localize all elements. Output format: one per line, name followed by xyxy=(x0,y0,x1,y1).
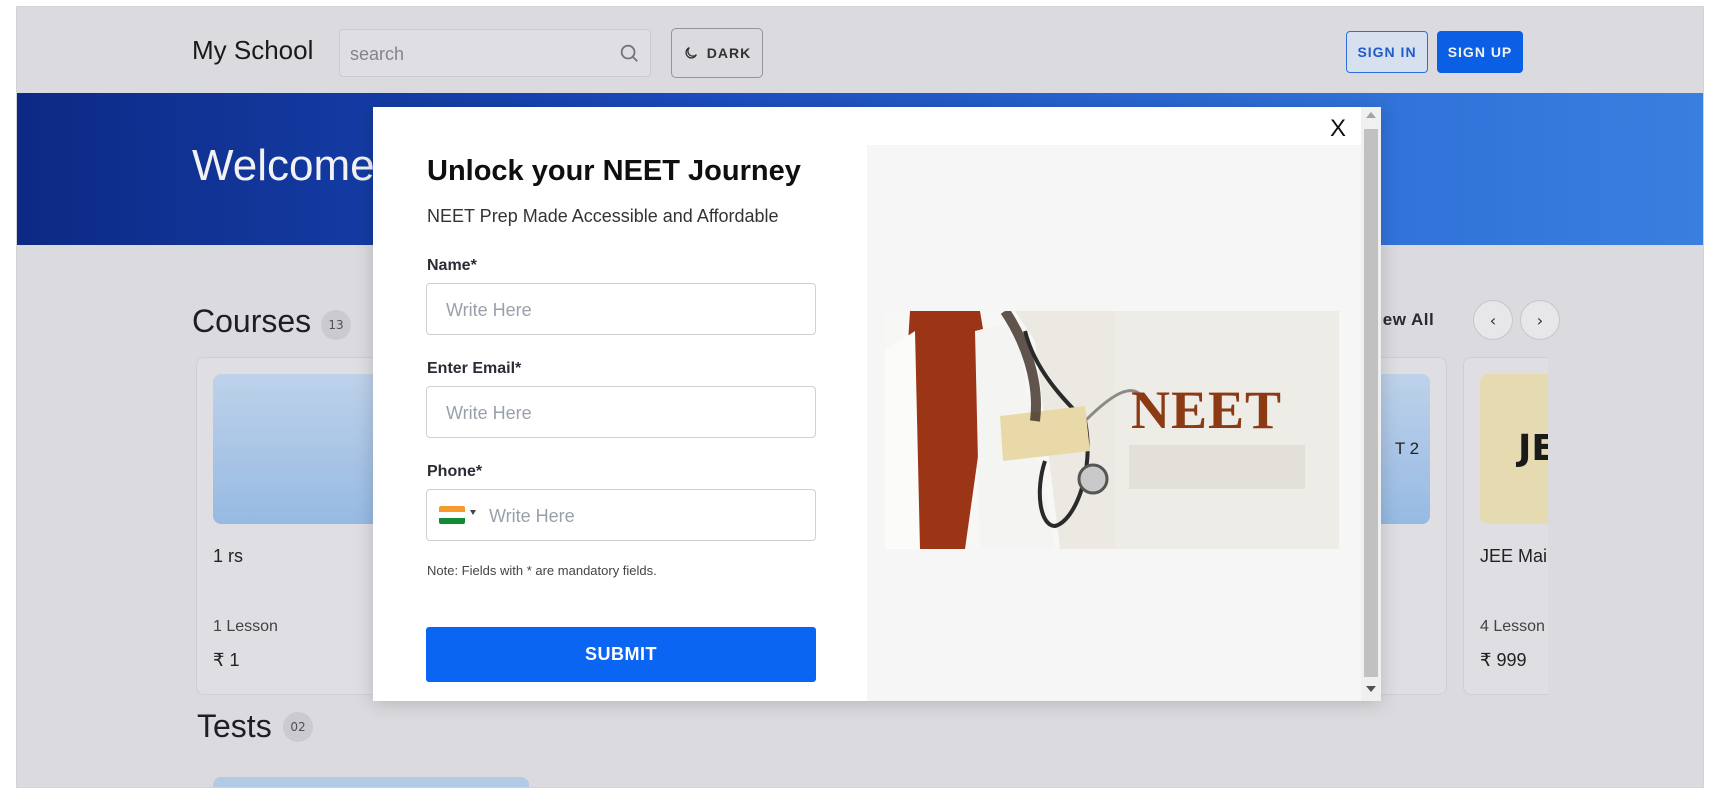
browser-viewport: My School DARK SIGN IN SIGN UP Welcome C… xyxy=(16,6,1704,788)
name-field[interactable] xyxy=(426,283,816,335)
modal-form-panel: Unlock your NEET Journey NEET Prep Made … xyxy=(373,107,867,701)
caret-down-icon[interactable] xyxy=(470,510,476,515)
modal-image-panel: NEET xyxy=(867,145,1361,701)
email-input[interactable] xyxy=(446,400,786,426)
neet-doctor-image: NEET xyxy=(885,311,1339,549)
mandatory-note: Note: Fields with * are mandatory fields… xyxy=(427,563,657,578)
phone-label: Phone* xyxy=(427,463,483,480)
phone-input[interactable] xyxy=(489,503,799,529)
neet-wordmark: NEET xyxy=(1131,380,1283,440)
modal-title: Unlock your NEET Journey xyxy=(427,155,801,187)
close-modal-button[interactable]: X xyxy=(1325,115,1351,143)
modal-scrollbar[interactable] xyxy=(1361,107,1381,701)
name-input[interactable] xyxy=(446,297,786,323)
email-label: Enter Email* xyxy=(427,360,522,377)
india-flag-icon[interactable] xyxy=(439,506,465,524)
name-label: Name* xyxy=(427,257,477,274)
phone-field[interactable] xyxy=(426,489,816,541)
scroll-up-arrow-icon[interactable] xyxy=(1366,112,1376,118)
scroll-down-arrow-icon[interactable] xyxy=(1366,686,1376,692)
email-field[interactable] xyxy=(426,386,816,438)
scrollbar-thumb[interactable] xyxy=(1364,129,1378,677)
submit-button[interactable]: SUBMIT xyxy=(426,627,816,682)
modal-subtitle: NEET Prep Made Accessible and Affordable xyxy=(427,206,779,226)
neet-signup-modal: Unlock your NEET Journey NEET Prep Made … xyxy=(373,107,1381,701)
